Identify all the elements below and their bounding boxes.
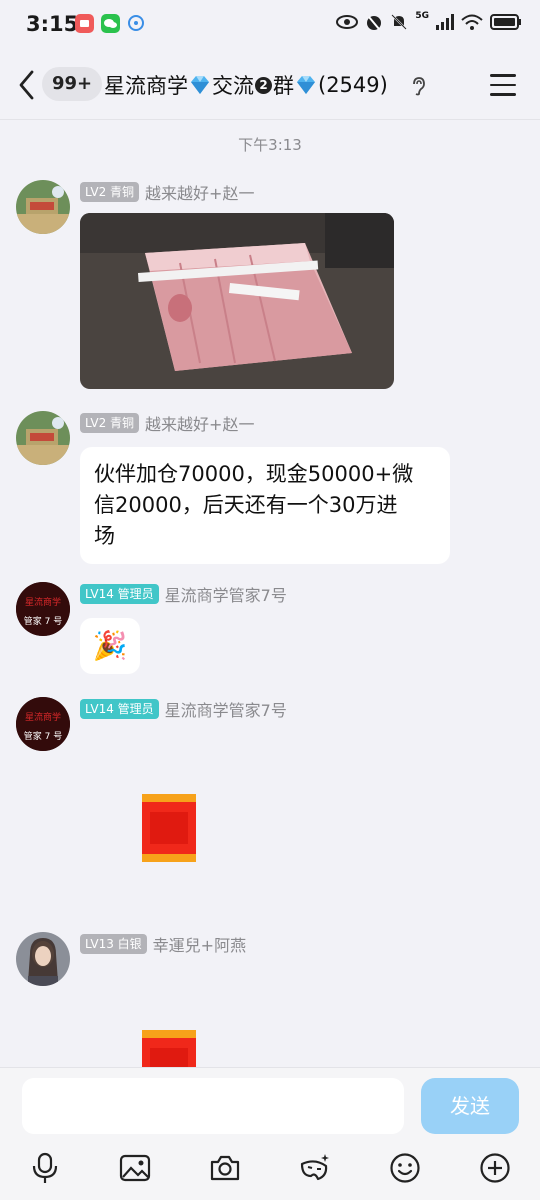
image-picker-button[interactable] <box>115 1148 155 1188</box>
alarm-icon <box>367 16 382 30</box>
camera-icon <box>210 1155 240 1181</box>
time-divider: 下午3:13 <box>238 136 302 154</box>
qq-chat-icon <box>127 14 146 33</box>
hamburger-icon <box>490 74 516 77</box>
notification-app-icon-red <box>75 14 94 33</box>
mask-sparkle-icon <box>300 1154 329 1181</box>
more-button[interactable] <box>475 1148 515 1188</box>
input-area: 发送 <box>0 1067 540 1200</box>
chat-message: LV13 白银 幸運兒+阿燕 <box>0 932 540 1067</box>
diamond-icon <box>191 76 209 94</box>
group-title-part2: 交流 <box>212 74 254 98</box>
group-title[interactable]: 星流商学 交流 2 群 (2549) <box>104 70 388 100</box>
signal-icon <box>436 14 454 30</box>
chat-message: LV2 青铜 越来越好+赵一 <box>0 180 540 400</box>
eye-icon <box>336 15 359 29</box>
avatar-text: 管家 7 号 <box>24 615 62 627</box>
emoji-button[interactable] <box>385 1148 425 1188</box>
group-title-part3: 群 <box>273 74 294 98</box>
plus-circle-icon <box>480 1153 510 1183</box>
party-popper-icon: 🎉 <box>92 629 128 662</box>
status-indicators: 5G <box>336 11 522 31</box>
avatar-text: 星流商学 <box>25 596 61 608</box>
network-type: 5G <box>415 11 429 21</box>
mask-button[interactable] <box>295 1148 335 1188</box>
level-badge: LV2 青铜 <box>80 182 140 202</box>
chevron-left-icon <box>19 70 34 100</box>
text-message-bubble[interactable]: 伙伴加仓70000，现金50000+微 信20000，后天还有一个30万进 场 <box>80 447 450 564</box>
menu-button[interactable] <box>490 74 516 96</box>
message-meta: LV2 青铜 越来越好+赵一 <box>80 411 254 435</box>
message-text-line: 伙伴加仓70000，现金50000+微 <box>94 462 414 486</box>
circled-number: 2 <box>255 76 272 94</box>
chat-area[interactable]: 下午3:13 LV2 青铜 越来越好+赵一 LV2 青铜 越来越好+赵一 伙伴加… <box>0 120 540 1067</box>
avatar-text: 星流商学 <box>25 711 61 723</box>
avatar[interactable] <box>16 411 70 465</box>
message-meta: LV2 青铜 越来越好+赵一 <box>80 180 254 204</box>
sender-name[interactable]: 越来越好+赵一 <box>145 411 254 435</box>
image-message[interactable] <box>80 213 394 389</box>
member-count: (2549) <box>318 73 388 97</box>
message-input[interactable] <box>22 1078 404 1134</box>
message-meta: LV13 白银 幸運兒+阿燕 <box>80 932 246 956</box>
avatar[interactable] <box>16 932 70 986</box>
level-badge: LV13 白银 <box>80 934 147 954</box>
message-meta: LV14 管理员 星流商学管家7号 <box>80 582 287 606</box>
input-toolbar <box>0 1148 540 1188</box>
level-badge: LV14 管理员 <box>80 584 159 604</box>
microphone-icon <box>32 1152 58 1183</box>
avatar[interactable]: 星流商学管家 7 号 <box>16 582 70 636</box>
voice-button[interactable] <box>25 1148 65 1188</box>
avatar-text: 管家 7 号 <box>24 730 62 742</box>
wechat-icon <box>101 14 120 33</box>
chat-message: 星流商学管家 7 号 LV14 管理员 星流商学管家7号 🎉 <box>0 582 540 682</box>
chat-message: 星流商学管家 7 号 LV14 管理员 星流商学管家7号 <box>0 697 540 927</box>
chat-message: LV2 青铜 越来越好+赵一 伙伴加仓70000，现金50000+微 信2000… <box>0 411 540 581</box>
message-meta: LV14 管理员 星流商学管家7号 <box>80 697 287 721</box>
level-badge: LV2 青铜 <box>80 413 140 433</box>
emoji-message-bubble[interactable]: 🎉 <box>80 618 140 674</box>
message-text-line: 信20000，后天还有一个30万进 <box>94 493 398 517</box>
smiley-icon <box>390 1153 420 1183</box>
red-packet-sticker[interactable] <box>142 1030 196 1067</box>
send-button[interactable]: 发送 <box>421 1078 519 1134</box>
mute-icon <box>391 14 408 30</box>
status-time: 3:15 <box>26 12 79 36</box>
avatar[interactable] <box>16 180 70 234</box>
diamond-icon <box>297 76 315 94</box>
avatar[interactable]: 星流商学管家 7 号 <box>16 697 70 751</box>
sender-name[interactable]: 星流商学管家7号 <box>165 582 287 606</box>
chat-header: 99+ 星流商学 交流 2 群 (2549) <box>0 50 540 120</box>
status-bar: 3:15 5G <box>0 0 540 50</box>
wifi-icon <box>461 14 483 30</box>
back-button[interactable] <box>14 68 40 102</box>
sender-name[interactable]: 越来越好+赵一 <box>145 180 254 204</box>
level-badge: LV14 管理员 <box>80 699 159 719</box>
ear-icon[interactable] <box>410 76 426 96</box>
image-icon <box>119 1154 151 1182</box>
unread-count-badge[interactable]: 99+ <box>42 67 103 101</box>
group-title-part1: 星流商学 <box>104 74 188 98</box>
battery-icon <box>490 14 521 30</box>
message-text-line: 场 <box>94 524 115 548</box>
camera-button[interactable] <box>205 1148 245 1188</box>
sender-name[interactable]: 幸運兒+阿燕 <box>153 932 246 956</box>
sender-name[interactable]: 星流商学管家7号 <box>165 697 287 721</box>
red-packet-sticker[interactable] <box>142 794 196 862</box>
